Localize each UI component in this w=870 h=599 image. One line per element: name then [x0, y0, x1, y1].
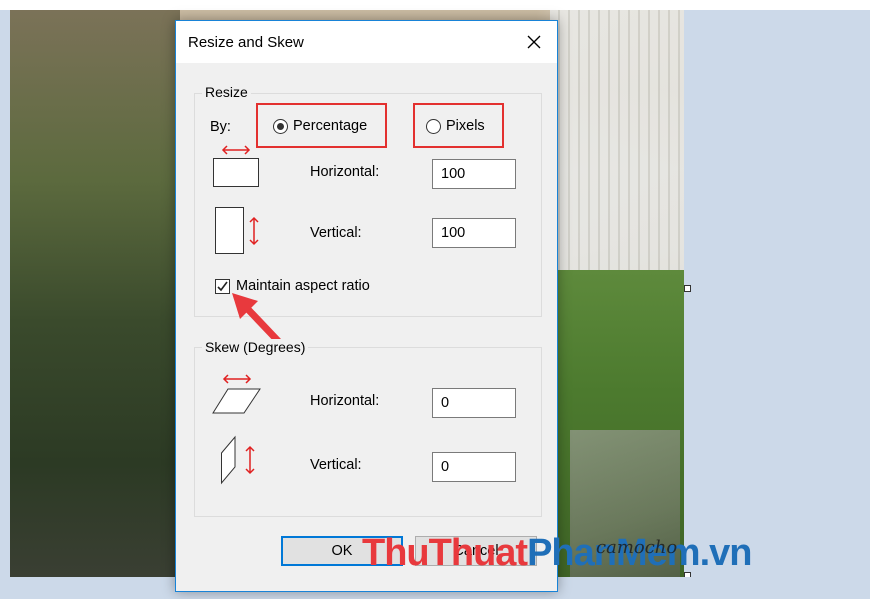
resize-horizontal-input[interactable]: 100	[432, 159, 516, 189]
skew-horizontal-label: Horizontal:	[310, 393, 380, 409]
close-button[interactable]	[511, 21, 557, 63]
resize-group-label: Resize	[202, 84, 251, 100]
skew-vertical-input[interactable]: 0	[432, 452, 516, 482]
workspace-top-strip	[0, 0, 870, 10]
skew-vertical-label: Vertical:	[310, 457, 362, 473]
skew-vertical-icon	[221, 435, 255, 485]
resize-vertical-icon	[215, 207, 259, 254]
watermark: ThuThuatPhanMem.vn	[362, 532, 753, 575]
skew-group	[194, 347, 542, 517]
percentage-label[interactable]: Percentage	[293, 118, 367, 134]
resize-skew-dialog: Resize and Skew Resize By: Percentage Pi…	[175, 20, 558, 592]
photo-foliage-left	[10, 10, 180, 577]
pixels-label[interactable]: Pixels	[446, 118, 485, 134]
by-label: By:	[210, 119, 231, 135]
dialog-titlebar[interactable]: Resize and Skew	[176, 21, 557, 63]
watermark-part2: Thuat	[428, 532, 528, 574]
photo-signature: camocho	[596, 537, 678, 558]
resize-vertical-input[interactable]: 100	[432, 218, 516, 248]
percentage-radio[interactable]	[273, 119, 288, 134]
watermark-part4: .vn	[699, 532, 753, 574]
canvas-resize-handle-right[interactable]	[684, 285, 691, 292]
photo-fence	[550, 10, 684, 270]
resize-horizontal-icon	[213, 145, 259, 187]
close-icon	[527, 35, 541, 49]
skew-group-label: Skew (Degrees)	[202, 339, 309, 355]
resize-horizontal-label: Horizontal:	[310, 164, 380, 180]
skew-horizontal-input[interactable]: 0	[432, 388, 516, 418]
watermark-part1: Thu	[362, 532, 430, 574]
dialog-title: Resize and Skew	[188, 34, 304, 51]
skew-horizontal-icon	[212, 374, 261, 414]
radio-selected-dot	[277, 123, 284, 130]
resize-vertical-label: Vertical:	[310, 225, 362, 241]
pixels-radio[interactable]	[426, 119, 441, 134]
